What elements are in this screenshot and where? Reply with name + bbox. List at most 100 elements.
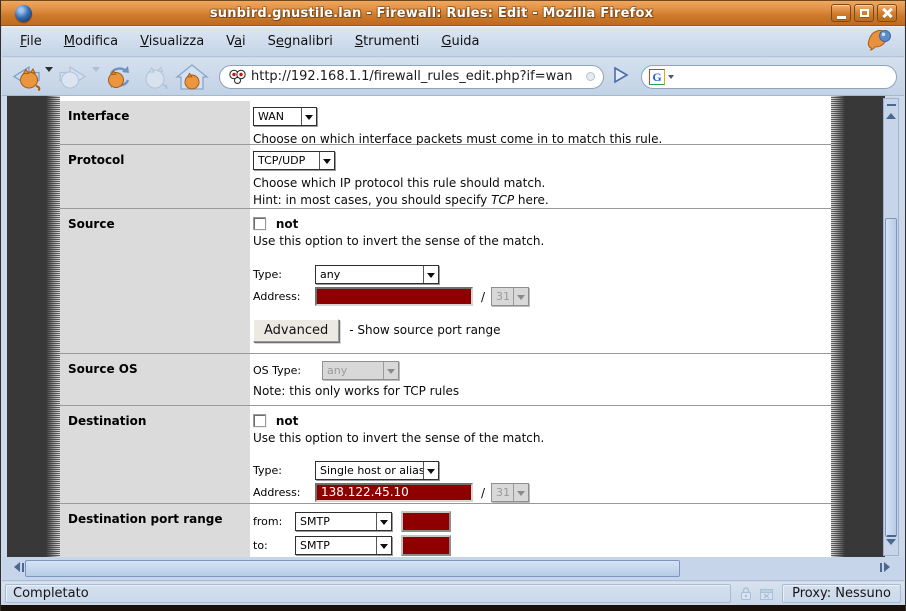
proxy-status: Proxy: Nessuno xyxy=(782,584,901,603)
page-right-edge-decoration xyxy=(831,96,845,557)
chevron-down-icon xyxy=(376,513,391,530)
close-icon xyxy=(882,8,892,18)
status-message: Completato xyxy=(5,584,731,603)
search-box[interactable]: G xyxy=(641,65,897,89)
advanced-description: - Show source port range xyxy=(349,322,500,339)
maximize-button[interactable] xyxy=(854,4,874,22)
back-button[interactable] xyxy=(7,61,45,93)
reload-icon xyxy=(102,63,136,91)
row-source-label: Source xyxy=(60,209,250,353)
site-favicon xyxy=(228,68,246,85)
destination-type-label: Type: xyxy=(253,464,315,477)
horizontal-scrollbar-thumb[interactable] xyxy=(25,560,680,577)
popup-blocker-icon xyxy=(759,587,774,601)
horizontal-scrollbar[interactable] xyxy=(2,557,904,581)
close-button[interactable] xyxy=(877,4,897,22)
go-button[interactable] xyxy=(610,65,630,89)
minimize-button[interactable] xyxy=(831,4,851,22)
browser-window: sunbird.gnustile.lan - Firewall: Rules: … xyxy=(0,0,906,611)
url-bar[interactable]: http://192.168.1.1/firewall_rules_edit.p… xyxy=(219,65,604,89)
menu-vai[interactable]: Vai xyxy=(220,30,251,53)
os-type-select: any xyxy=(322,361,399,380)
menu-segnalibri[interactable]: Segnalibri xyxy=(262,30,339,53)
reload-button[interactable] xyxy=(101,61,137,93)
vertical-scrollbar[interactable] xyxy=(883,98,899,556)
source-type-select[interactable]: any xyxy=(315,265,439,284)
menu-guida[interactable]: Guida xyxy=(435,30,485,53)
port-to-custom-input[interactable] xyxy=(401,535,451,556)
arrow-up-icon xyxy=(886,108,896,119)
status-bar: Completato Proxy: Nessuno xyxy=(2,582,904,605)
row-source-os: Source OS OS Type: any Note: this only w… xyxy=(60,354,831,406)
scroll-down-button[interactable] xyxy=(884,535,898,550)
row-destination-port-range-label: Destination port range xyxy=(60,504,250,557)
lock-icon xyxy=(739,586,753,601)
row-destination-port-range: Destination port range from: SMTP to: S xyxy=(60,504,831,557)
port-from-custom-input[interactable] xyxy=(401,511,451,532)
arrow-left-icon xyxy=(9,562,20,572)
google-search-icon: G xyxy=(649,69,665,85)
destination-not-checkbox[interactable] xyxy=(253,414,266,427)
browser-cat-logo-icon xyxy=(864,27,894,56)
destination-type-select[interactable]: Single host or alias xyxy=(315,461,439,480)
source-not-label: not xyxy=(276,217,299,231)
menu-file[interactable]: File xyxy=(14,30,48,53)
firewall-rule-edit-table: Interface WAN Choose on which interface … xyxy=(60,96,831,557)
port-from-select[interactable]: SMTP xyxy=(295,512,392,531)
menu-visualizza[interactable]: Visualizza xyxy=(134,30,210,53)
back-history-dropdown[interactable] xyxy=(45,67,53,76)
scroll-up-button[interactable] xyxy=(884,104,898,119)
arrow-down-icon xyxy=(886,539,896,550)
port-to-label: to: xyxy=(253,539,295,552)
home-button[interactable] xyxy=(173,61,211,93)
chevron-down-icon xyxy=(513,484,528,501)
scroll-left-button[interactable] xyxy=(9,562,24,572)
throbber-icon xyxy=(586,72,595,81)
row-protocol: Protocol TCP/UDP Choose which IP protoco… xyxy=(60,145,831,209)
search-engine-dropdown-caret[interactable] xyxy=(668,75,674,82)
menu-strumenti[interactable]: Strumenti xyxy=(349,30,426,53)
menu-modifica[interactable]: Modifica xyxy=(58,30,124,53)
protocol-select[interactable]: TCP/UDP xyxy=(253,151,335,170)
row-destination: Destination not Use this option to inver… xyxy=(60,406,831,504)
title-bar[interactable]: sunbird.gnustile.lan - Firewall: Rules: … xyxy=(1,1,905,26)
chevron-down-icon xyxy=(319,152,334,169)
chevron-down-icon xyxy=(423,266,438,283)
chevron-down-icon xyxy=(376,537,391,554)
row-source: Source not Use this option to invert the… xyxy=(60,209,831,354)
home-icon xyxy=(174,63,210,91)
minimize-icon xyxy=(837,16,846,19)
protocol-hint: Hint: in most cases, you should specify … xyxy=(253,192,825,209)
stop-button[interactable] xyxy=(137,61,173,93)
menu-bar: File Modifica Visualizza Vai Segnalibri … xyxy=(2,26,904,57)
chevron-down-icon xyxy=(513,288,528,305)
url-input[interactable]: http://192.168.1.1/firewall_rules_edit.p… xyxy=(251,69,581,84)
stop-icon xyxy=(138,63,172,91)
source-os-note: Note: this only works for TCP rules xyxy=(253,383,825,400)
scroll-right-button[interactable] xyxy=(880,562,895,572)
source-address-input[interactable] xyxy=(315,287,473,306)
source-not-checkbox[interactable] xyxy=(253,217,266,230)
destination-address-input[interactable]: 138.122.45.10 xyxy=(315,483,473,502)
window-bottom-border xyxy=(1,605,905,611)
row-protocol-label: Protocol xyxy=(60,145,250,208)
source-address-label: Address: xyxy=(253,290,315,303)
row-source-os-label: Source OS xyxy=(60,354,250,405)
chevron-down-icon xyxy=(301,108,316,125)
source-mask-select: 31 xyxy=(491,287,529,306)
chevron-down-icon xyxy=(423,462,438,479)
port-to-select[interactable]: SMTP xyxy=(295,536,392,555)
forward-button[interactable] xyxy=(54,61,92,93)
interface-select[interactable]: WAN xyxy=(253,107,317,126)
navigation-toolbar: http://192.168.1.1/firewall_rules_edit.p… xyxy=(2,58,904,96)
source-invert-description: Use this option to invert the sense of t… xyxy=(253,233,825,250)
vertical-scrollbar-thumb[interactable] xyxy=(885,218,897,537)
forward-icon xyxy=(55,63,91,91)
back-icon xyxy=(8,63,44,91)
firefox-globe-icon xyxy=(15,5,32,22)
advanced-button[interactable]: Advanced xyxy=(253,319,339,342)
source-type-label: Type: xyxy=(253,268,315,281)
destination-address-label: Address: xyxy=(253,486,315,499)
go-arrow-icon xyxy=(610,65,630,85)
forward-history-dropdown[interactable] xyxy=(92,67,100,76)
